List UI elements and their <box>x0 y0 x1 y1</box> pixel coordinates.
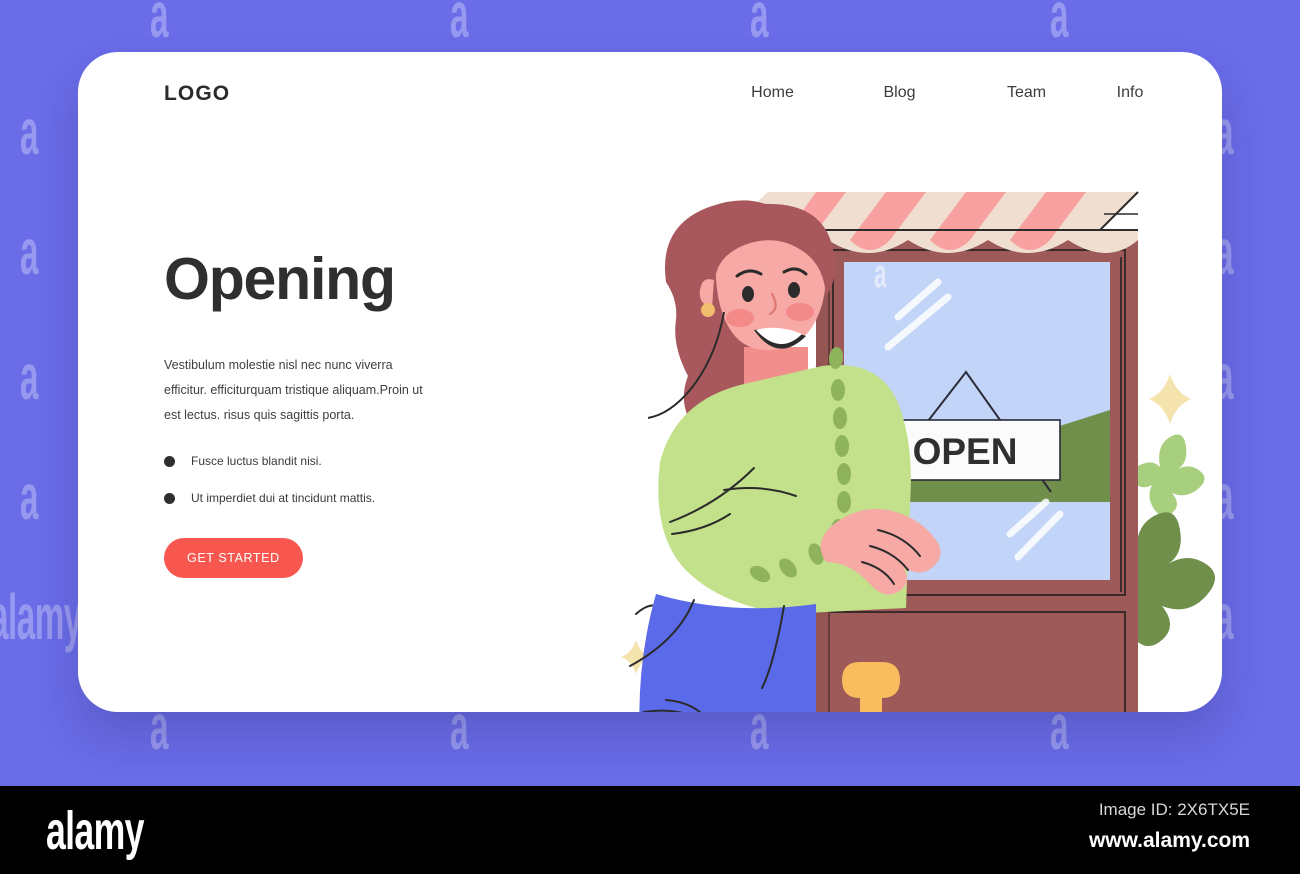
page-title: Opening <box>164 246 396 312</box>
sign-label: OPEN <box>913 431 1018 472</box>
watermark-text: alamy <box>0 581 82 653</box>
eye-left <box>742 286 754 302</box>
watermark-text: a <box>1050 0 1069 51</box>
main-navigation: Home Blog Team Info <box>709 84 1170 102</box>
feature-list: Fusce luctus blandit nisi. Ut imperdiet … <box>164 454 544 505</box>
alamy-footer: alamy Image ID: 2X6TX5E www.alamy.com <box>0 786 1300 874</box>
watermark-text: a <box>750 0 769 51</box>
get-started-button[interactable]: GET STARTED <box>164 538 303 578</box>
alamy-url: www.alamy.com <box>1088 829 1250 852</box>
watermark-text: a <box>450 0 469 51</box>
blush-right <box>786 303 814 321</box>
bullet-dot-icon <box>164 492 175 504</box>
sparkle-icon <box>1149 374 1191 424</box>
site-header: LOGO Home Blog Team Info <box>78 52 1222 144</box>
nav-item-blog[interactable]: Blog <box>836 84 963 102</box>
earring-icon <box>701 303 715 317</box>
nav-item-info[interactable]: Info <box>1090 84 1170 102</box>
watermark-text: a <box>20 216 39 288</box>
logo[interactable]: LOGO <box>164 82 230 106</box>
landing-page-card: LOGO Home Blog Team Info Opening Vestibu… <box>78 52 1222 712</box>
list-item-label: Ut imperdiet dui at tincidunt mattis. <box>191 491 376 505</box>
nav-item-team[interactable]: Team <box>963 84 1090 102</box>
watermark-a: a <box>874 251 887 296</box>
alamy-wordmark: alamy <box>46 801 144 861</box>
bullet-dot-icon <box>164 455 175 467</box>
watermark-text: a <box>150 0 169 51</box>
skirt <box>639 594 816 712</box>
blush-left <box>726 309 754 327</box>
eye-right <box>788 282 800 298</box>
watermark-text: a <box>20 461 39 533</box>
watermark-text: a <box>20 341 39 413</box>
hero-illustration: a OPEN <box>548 162 1222 712</box>
list-item: Ut imperdiet dui at tincidunt mattis. <box>164 491 544 505</box>
list-item-label: Fusce luctus blandit nisi. <box>191 454 322 468</box>
hero-copy: Opening Vestibulum molestie nisl nec nun… <box>164 250 544 578</box>
image-id-label: Image ID: 2X6TX5E <box>1098 800 1250 819</box>
watermark-text: a <box>20 96 39 168</box>
hero-paragraph: Vestibulum molestie nisl nec nunc viverr… <box>164 358 423 422</box>
list-item: Fusce luctus blandit nisi. <box>164 454 544 468</box>
nav-item-home[interactable]: Home <box>709 84 836 102</box>
